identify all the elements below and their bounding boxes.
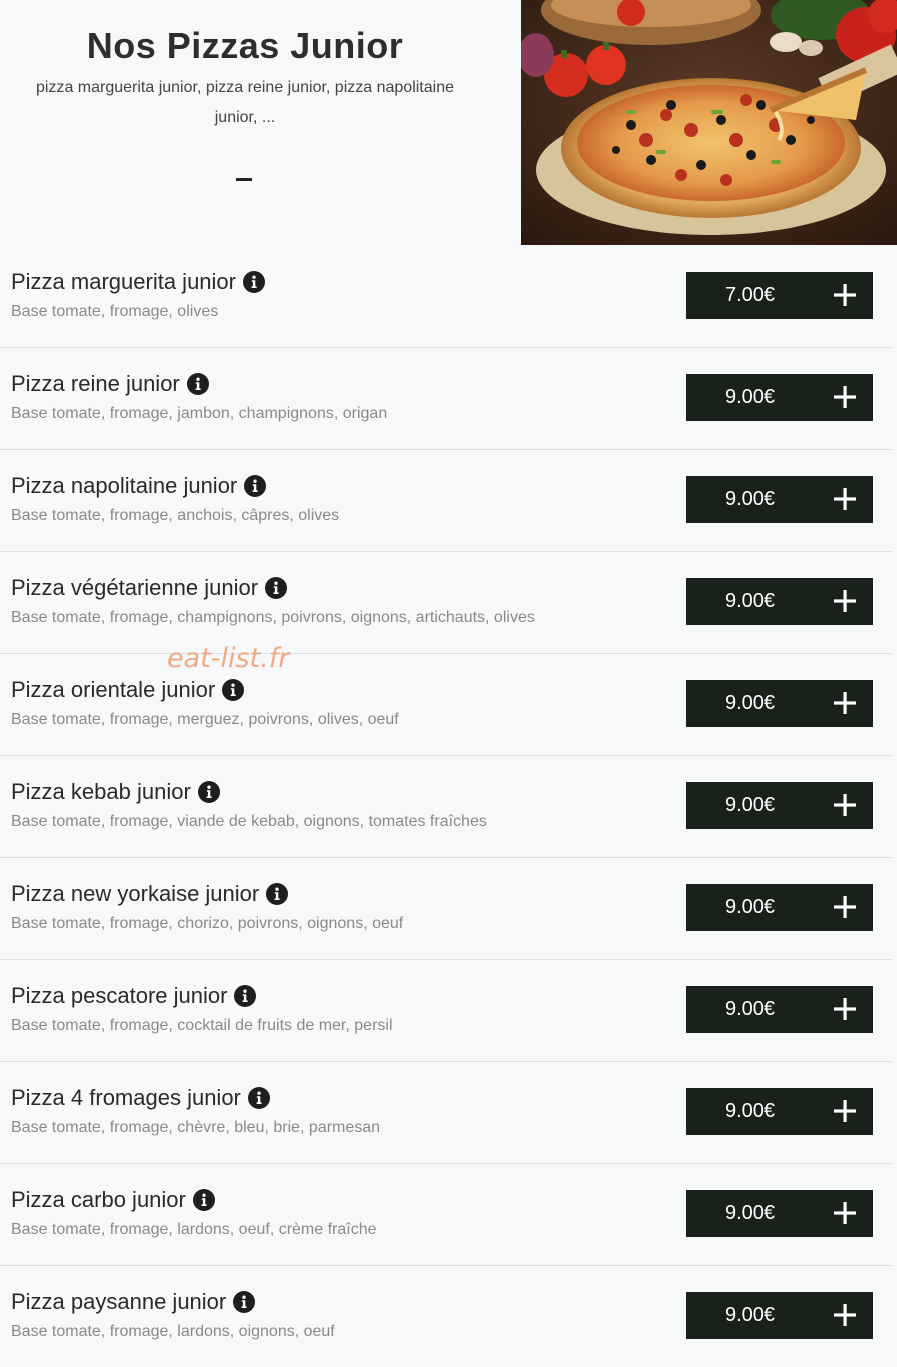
item-title-row: Pizza napolitaine junior bbox=[11, 471, 267, 501]
item-price: 9.00€ bbox=[724, 692, 776, 714]
item-price: 9.00€ bbox=[724, 590, 776, 612]
plus-icon bbox=[834, 284, 856, 306]
add-to-cart-button[interactable]: 9.00€ bbox=[686, 476, 873, 523]
add-to-cart-button[interactable]: 9.00€ bbox=[686, 884, 873, 931]
info-circle-icon[interactable] bbox=[233, 1291, 256, 1313]
plus-icon bbox=[834, 1304, 856, 1326]
menu-item: Pizza new yorkaise junior Base tomate, f… bbox=[0, 858, 892, 960]
item-title-row: Pizza carbo junior bbox=[11, 1185, 215, 1215]
item-name: Pizza 4 fromages junior bbox=[11, 1085, 241, 1110]
item-price: 9.00€ bbox=[724, 1202, 776, 1224]
plus-icon bbox=[834, 1100, 856, 1122]
item-title-row: Pizza new yorkaise junior bbox=[11, 879, 289, 909]
item-name: Pizza marguerita junior bbox=[11, 269, 236, 294]
item-name: Pizza carbo junior bbox=[11, 1187, 186, 1212]
plus-icon bbox=[834, 488, 856, 510]
header-dash-divider bbox=[236, 178, 252, 181]
item-title-row: Pizza 4 fromages junior bbox=[11, 1083, 270, 1113]
add-to-cart-button[interactable]: 9.00€ bbox=[686, 1292, 873, 1339]
menu-item: Pizza carbo junior Base tomate, fromage,… bbox=[0, 1164, 892, 1266]
item-price: 9.00€ bbox=[724, 1304, 776, 1326]
plus-icon bbox=[834, 692, 856, 714]
menu-list: Pizza marguerita junior Base tomate, fro… bbox=[0, 246, 892, 1367]
menu-item: Pizza orientale junior Base tomate, from… bbox=[0, 654, 892, 756]
menu-item: Pizza paysanne junior Base tomate, froma… bbox=[0, 1266, 892, 1367]
item-description: Base tomate, fromage, anchois, câpres, o… bbox=[11, 507, 340, 524]
add-to-cart-button[interactable]: 9.00€ bbox=[686, 578, 873, 625]
item-price: 9.00€ bbox=[724, 794, 776, 816]
item-description: Base tomate, fromage, chèvre, bleu, brie… bbox=[11, 1119, 381, 1136]
page-subtitle: pizza marguerita junior, pizza reine jun… bbox=[35, 79, 454, 126]
menu-item: Pizza napolitaine junior Base tomate, fr… bbox=[0, 450, 892, 552]
add-to-cart-button[interactable]: 9.00€ bbox=[686, 1190, 873, 1237]
item-title-row: Pizza végétarienne junior bbox=[11, 573, 288, 603]
pizza-photo-illustration bbox=[521, 0, 897, 245]
add-to-cart-button[interactable]: 9.00€ bbox=[686, 680, 873, 727]
info-circle-icon[interactable] bbox=[244, 475, 267, 497]
plus-icon bbox=[834, 590, 856, 612]
item-name: Pizza reine junior bbox=[11, 371, 180, 396]
plus-icon bbox=[834, 1202, 856, 1224]
item-name: Pizza orientale junior bbox=[11, 677, 216, 702]
item-price: 9.00€ bbox=[724, 386, 776, 408]
info-circle-icon[interactable] bbox=[192, 1189, 215, 1211]
item-description: Base tomate, fromage, lardons, oeuf, crè… bbox=[11, 1221, 377, 1238]
menu-item: Pizza végétarienne junior Base tomate, f… bbox=[0, 552, 892, 654]
menu-item: Pizza 4 fromages junior Base tomate, fro… bbox=[0, 1062, 892, 1164]
item-name: Pizza végétarienne junior bbox=[11, 575, 259, 600]
item-title-row: Pizza kebab junior bbox=[11, 777, 220, 807]
plus-icon bbox=[834, 998, 856, 1020]
header-text: Nos Pizzas Junior pizza marguerita junio… bbox=[0, 0, 490, 133]
add-to-cart-button[interactable]: 7.00€ bbox=[686, 272, 873, 319]
plus-icon bbox=[834, 794, 856, 816]
item-name: Pizza kebab junior bbox=[11, 779, 191, 804]
add-to-cart-button[interactable]: 9.00€ bbox=[686, 782, 873, 829]
item-description: Base tomate, fromage, lardons, oignons, … bbox=[11, 1323, 335, 1340]
info-circle-icon[interactable] bbox=[242, 271, 265, 293]
add-to-cart-button[interactable]: 9.00€ bbox=[686, 986, 873, 1033]
item-description: Base tomate, fromage, champignons, poivr… bbox=[11, 609, 535, 626]
menu-item: Pizza pescatore junior Base tomate, from… bbox=[0, 960, 892, 1062]
plus-icon bbox=[834, 896, 856, 918]
item-title-row: Pizza paysanne junior bbox=[11, 1287, 256, 1317]
item-description: Base tomate, fromage, jambon, champignon… bbox=[11, 405, 388, 422]
item-title-row: Pizza orientale junior bbox=[11, 675, 245, 705]
item-price: 9.00€ bbox=[724, 998, 776, 1020]
info-circle-icon[interactable] bbox=[266, 883, 289, 905]
menu-item: Pizza reine junior Base tomate, fromage,… bbox=[0, 348, 892, 450]
info-circle-icon[interactable] bbox=[186, 373, 209, 395]
plus-icon bbox=[834, 386, 856, 408]
item-name: Pizza napolitaine junior bbox=[11, 473, 238, 498]
add-to-cart-button[interactable]: 9.00€ bbox=[686, 1088, 873, 1135]
item-name: Pizza paysanne junior bbox=[11, 1289, 227, 1314]
page-title: Nos Pizzas Junior bbox=[86, 25, 404, 66]
item-description: Base tomate, fromage, chorizo, poivrons,… bbox=[11, 915, 404, 932]
item-name: Pizza pescatore junior bbox=[11, 983, 228, 1008]
item-price: 7.00€ bbox=[724, 284, 776, 306]
info-circle-icon[interactable] bbox=[247, 1087, 270, 1109]
item-title-row: Pizza marguerita junior bbox=[11, 267, 265, 297]
info-circle-icon[interactable] bbox=[234, 985, 257, 1007]
item-name: Pizza new yorkaise junior bbox=[11, 881, 260, 906]
header: Nos Pizzas Junior pizza marguerita junio… bbox=[0, 0, 897, 246]
item-description: Base tomate, fromage, cocktail de fruits… bbox=[11, 1017, 393, 1034]
item-price: 9.00€ bbox=[724, 1100, 776, 1122]
item-price: 9.00€ bbox=[724, 896, 776, 918]
item-price: 9.00€ bbox=[724, 488, 776, 510]
item-description: Base tomate, fromage, viande de kebab, o… bbox=[11, 813, 487, 830]
info-circle-icon[interactable] bbox=[265, 577, 288, 599]
item-description: Base tomate, fromage, olives bbox=[11, 303, 219, 320]
pizza-hero-image bbox=[521, 0, 897, 245]
add-to-cart-button[interactable]: 9.00€ bbox=[686, 374, 873, 421]
item-description: Base tomate, fromage, merguez, poivrons,… bbox=[11, 711, 399, 728]
menu-item: Pizza kebab junior Base tomate, fromage,… bbox=[0, 756, 892, 858]
item-title-row: Pizza pescatore junior bbox=[11, 981, 257, 1011]
menu-item: Pizza marguerita junior Base tomate, fro… bbox=[0, 246, 892, 348]
info-circle-icon[interactable] bbox=[197, 781, 220, 803]
info-circle-icon[interactable] bbox=[222, 679, 245, 701]
item-title-row: Pizza reine junior bbox=[11, 369, 209, 399]
